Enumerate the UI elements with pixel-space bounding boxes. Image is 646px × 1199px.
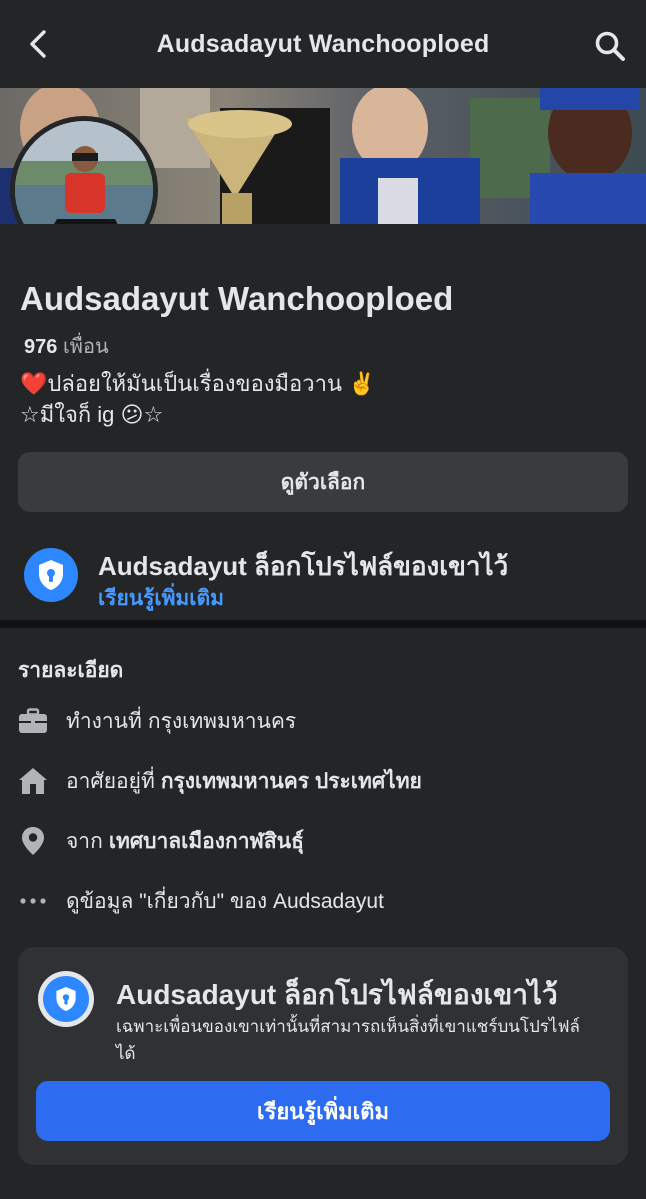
search-button[interactable] bbox=[590, 26, 630, 66]
home-icon bbox=[18, 766, 48, 796]
location-pin-icon bbox=[18, 826, 48, 856]
detail-from[interactable]: จาก เทศบาลเมืองกาฬสินธุ์ bbox=[18, 821, 628, 861]
shield-lock-icon bbox=[38, 971, 94, 1027]
locked-profile-title: Audsadayut ล็อกโปรไฟล์ของเขาไว้ bbox=[98, 551, 509, 581]
about-link-text: ดูข้อมูล "เกี่ยวกับ" ของ Audsadayut bbox=[66, 889, 384, 913]
from-prefix: จาก bbox=[66, 829, 103, 853]
from-value: เทศบาลเมืองกาฬสินธุ์ bbox=[108, 829, 304, 853]
learn-more-link[interactable]: เรียนรู้เพิ่มเติม bbox=[98, 582, 224, 615]
friends-number: 976 bbox=[24, 336, 58, 358]
friends-count[interactable]: 976 เพื่อน bbox=[24, 330, 109, 362]
chevron-left-icon bbox=[30, 30, 46, 58]
top-bar: Audsadayut Wanchooploed bbox=[0, 0, 646, 88]
lives-prefix: อาศัยอยู่ที่ bbox=[66, 769, 155, 793]
locked-card-description: เฉพาะเพื่อนของเขาเท่านั้นที่สามารถเห็นสิ… bbox=[116, 1017, 580, 1063]
search-icon bbox=[595, 31, 625, 61]
more-dots-icon bbox=[18, 886, 48, 916]
profile-bio: ❤️ปล่อยให้มันเป็นเรื่องของมือวาน ✌️ ☆มีใ… bbox=[20, 368, 376, 430]
friends-label: เพื่อน bbox=[62, 336, 109, 358]
bio-line-2: ☆มีใจก็ ig 😕☆ bbox=[20, 402, 164, 427]
work-prefix: ทำงานที่ bbox=[66, 709, 142, 733]
profile-name: Audsadayut Wanchooploed bbox=[20, 280, 454, 317]
profile-locked-notice: Audsadayut ล็อกโปรไฟล์ของเขาไว้ เรียนรู้… bbox=[24, 546, 634, 610]
locked-profile-card: Audsadayut ล็อกโปรไฟล์ของเขาไว้ เฉพาะเพื… bbox=[18, 947, 628, 1165]
section-divider bbox=[0, 620, 646, 628]
back-button[interactable] bbox=[18, 24, 58, 64]
page-title: Audsadayut Wanchooploed bbox=[156, 29, 490, 58]
detail-about-link[interactable]: ดูข้อมูล "เกี่ยวกับ" ของ Audsadayut bbox=[18, 881, 628, 921]
shield-lock-icon bbox=[24, 548, 78, 602]
view-options-button[interactable]: ดูตัวเลือก bbox=[18, 452, 628, 512]
locked-card-title: Audsadayut ล็อกโปรไฟล์ของเขาไว้ bbox=[116, 979, 558, 1010]
detail-work[interactable]: ทำงานที่ กรุงเทพมหานคร bbox=[18, 701, 628, 741]
lives-value: กรุงเทพมหานคร ประเทศไทย bbox=[160, 769, 422, 793]
details-heading: รายละเอียด bbox=[18, 659, 124, 682]
bio-line-1: ❤️ปล่อยให้มันเป็นเรื่องของมือวาน ✌️ bbox=[20, 371, 376, 396]
briefcase-icon bbox=[18, 706, 48, 736]
learn-more-button[interactable]: เรียนรู้เพิ่มเติม bbox=[36, 1081, 610, 1141]
work-value: กรุงเทพมหานคร bbox=[147, 709, 297, 733]
detail-lives[interactable]: อาศัยอยู่ที่ กรุงเทพมหานคร ประเทศไทย bbox=[18, 761, 628, 801]
